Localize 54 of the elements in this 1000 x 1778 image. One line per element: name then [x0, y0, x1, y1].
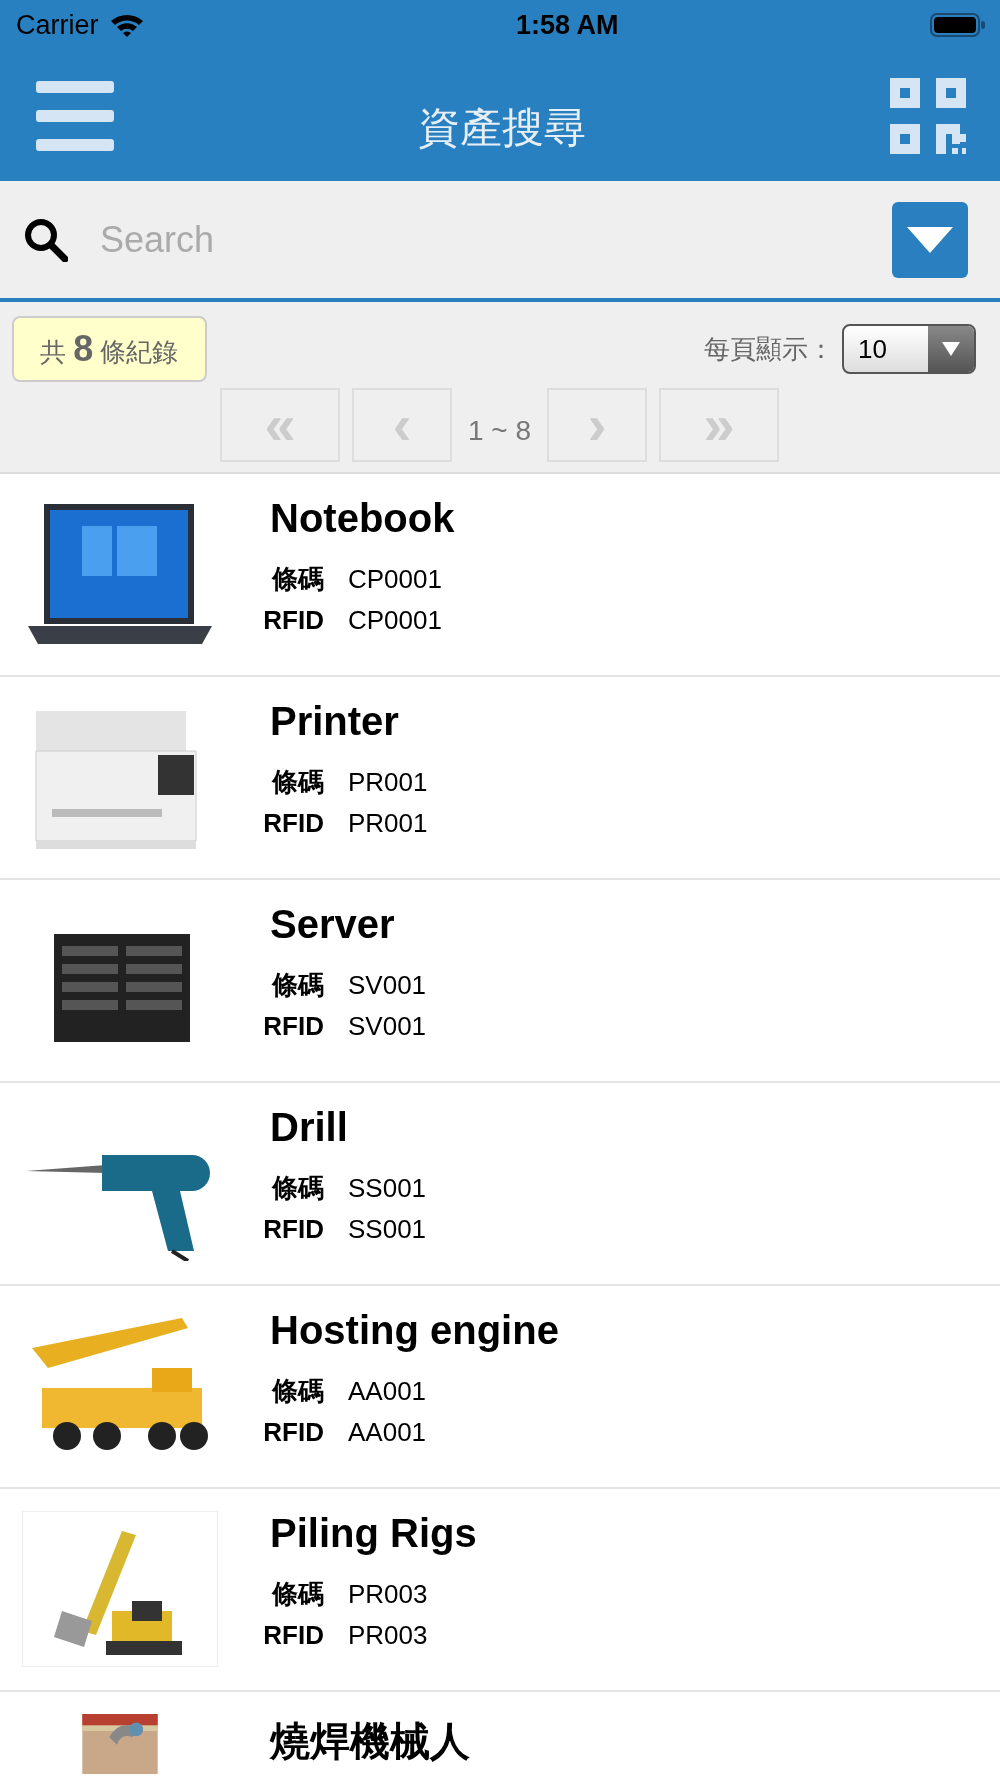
- per-page-select[interactable]: 10: [842, 324, 976, 374]
- field-value: SV001: [348, 1010, 427, 1043]
- asset-row[interactable]: Hosting engine 條碼 AA001 RFID AA001: [0, 1286, 1000, 1489]
- page-title: 資產搜尋: [418, 102, 586, 153]
- clock: 1:58 AM: [516, 9, 619, 41]
- dropdown-button[interactable]: [892, 201, 968, 278]
- field-value: PR001: [348, 807, 428, 840]
- page-range: 1 ~ 8: [467, 414, 533, 447]
- per-page-label: 每頁顯示：: [704, 332, 834, 366]
- asset-row[interactable]: 燒焊機械人: [0, 1692, 1000, 1778]
- battery-icon: [930, 12, 986, 38]
- asset-name: Server: [270, 902, 396, 947]
- asset-row[interactable]: Notebook 條碼 CP0001 RFID CP0001: [0, 474, 1000, 677]
- record-count-badge: 共 8 條紀錄: [12, 316, 207, 382]
- asset-name: Piling Rigs: [270, 1511, 477, 1556]
- field-label: 條碼: [270, 1375, 324, 1408]
- field-value: SS001: [348, 1172, 427, 1205]
- qr-code-icon[interactable]: [890, 77, 966, 154]
- asset-name: Notebook: [270, 496, 455, 541]
- field-value: SV001: [348, 969, 427, 1002]
- field-label: 條碼: [270, 1172, 324, 1205]
- field-value: SS001: [348, 1213, 427, 1246]
- field-label: RFID: [262, 1619, 324, 1652]
- field-label: 條碼: [270, 563, 324, 596]
- asset-row[interactable]: Drill 條碼 SS001 RFID SS001: [0, 1083, 1000, 1286]
- asset-row[interactable]: Server 條碼 SV001 RFID SV001: [0, 880, 1000, 1083]
- field-label: RFID: [262, 807, 324, 840]
- asset-row[interactable]: Printer 條碼 PR001 RFID PR001: [0, 677, 1000, 880]
- field-value: AA001: [348, 1416, 427, 1449]
- field-value: CP0001: [348, 604, 442, 637]
- field-label: 條碼: [270, 969, 324, 1002]
- search-icon: [24, 217, 68, 262]
- field-label: RFID: [262, 604, 324, 637]
- asset-name: 燒焊機械人: [270, 1718, 470, 1765]
- field-label: RFID: [262, 1213, 324, 1246]
- search-field[interactable]: Search: [98, 217, 862, 262]
- menu-icon[interactable]: [36, 80, 114, 151]
- asset-name: Drill: [270, 1105, 349, 1150]
- field-label: 條碼: [270, 766, 324, 799]
- field-label: 條碼: [270, 1578, 324, 1611]
- carrier-label: Carrier: [16, 9, 99, 41]
- field-value: AA001: [348, 1375, 427, 1408]
- caret-icon: [942, 342, 960, 356]
- field-value: PR003: [348, 1619, 428, 1652]
- search-bar[interactable]: Search: [0, 181, 1000, 302]
- field-label: RFID: [262, 1416, 324, 1449]
- field-value: CP0001: [348, 563, 442, 596]
- triangle-icon: [907, 226, 953, 253]
- field-value: PR001: [348, 766, 428, 799]
- asset-name: Printer: [270, 699, 400, 744]
- field-value: PR003: [348, 1578, 428, 1611]
- asset-row[interactable]: Piling Rigs 條碼 PR003 RFID PR003: [0, 1489, 1000, 1692]
- asset-name: Hosting engine: [270, 1308, 559, 1353]
- field-label: RFID: [262, 1010, 324, 1043]
